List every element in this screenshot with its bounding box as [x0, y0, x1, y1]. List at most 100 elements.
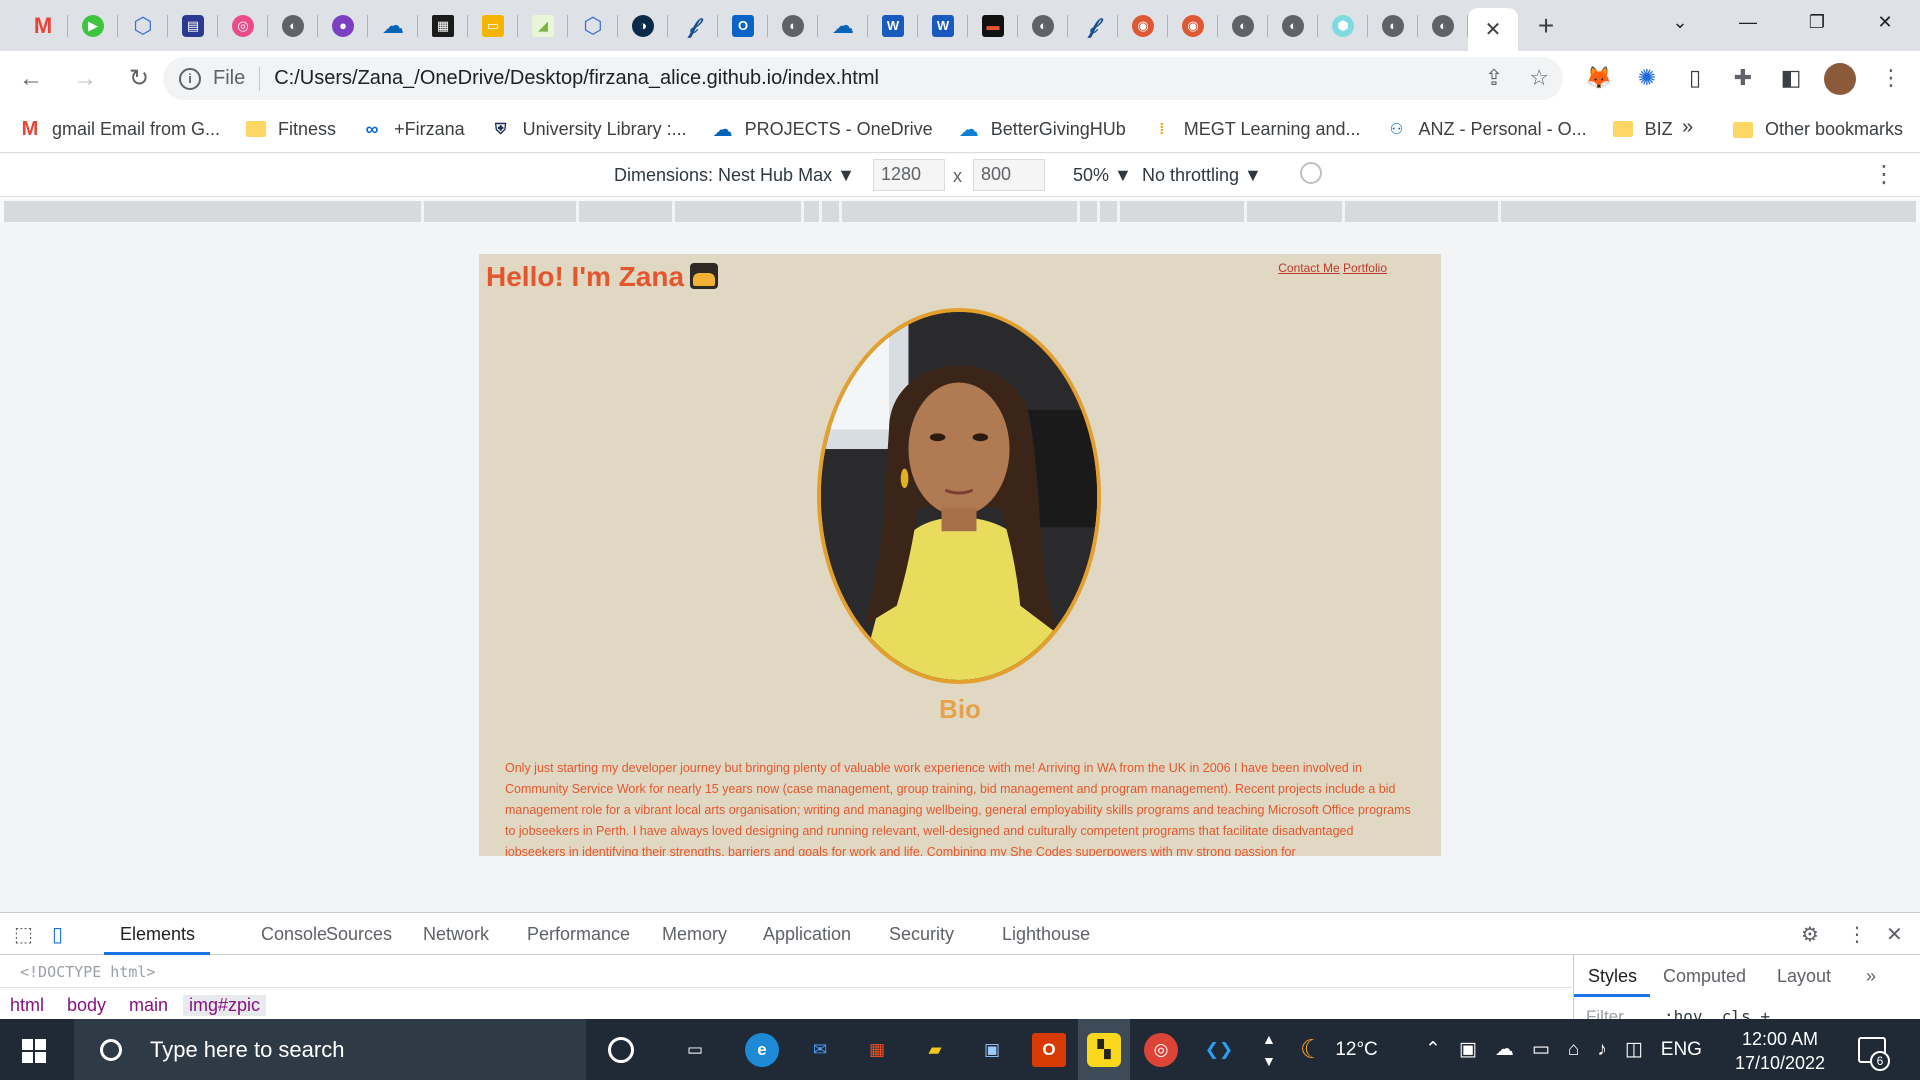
tab-application[interactable]: Application [763, 924, 851, 945]
tab-play[interactable]: ▶ [68, 0, 118, 51]
sidebar-overflow-button[interactable]: » [1866, 966, 1876, 987]
tab-onedrive-1[interactable]: ☁ [368, 0, 418, 51]
url-text[interactable]: C:/Users/Zana_/OneDrive/Desktop/firzana_… [274, 67, 879, 90]
tab-globe-6[interactable]: ◐ [1368, 0, 1418, 51]
reload-button[interactable]: ↻ [116, 56, 162, 102]
tab-security[interactable]: Security [889, 924, 954, 945]
bookmark-biz[interactable]: BIZ [1612, 119, 1673, 140]
media-query-marker[interactable] [1244, 201, 1247, 222]
tab-half-circle[interactable]: ◑ [618, 0, 668, 51]
tab-globe-1[interactable]: ◐ [268, 0, 318, 51]
battery-icon[interactable]: ▭ [1532, 1038, 1550, 1061]
tab-computed[interactable]: Computed [1663, 966, 1746, 987]
share-icon[interactable]: ⇪ [1485, 65, 1503, 91]
media-query-marker[interactable] [839, 201, 842, 222]
device-dimensions-select[interactable]: Dimensions: Nest Hub Max ▼ [614, 165, 855, 186]
media-query-marker[interactable] [1077, 201, 1080, 222]
tab-gmail[interactable]: M [18, 0, 68, 51]
mail-icon[interactable]: ✉ [803, 1033, 837, 1067]
tab-dribbble[interactable]: ◎ [218, 0, 268, 51]
device-toolbar-menu-icon[interactable]: ⋮ [1872, 160, 1896, 189]
media-query-marker[interactable] [801, 201, 804, 222]
breadcrumb-html[interactable]: html [10, 995, 44, 1016]
onedrive-warning-icon[interactable]: ☁ [1495, 1038, 1514, 1061]
puzzle-icon[interactable]: ✚ [1728, 63, 1758, 93]
bookmark-megt[interactable]: ⁞ MEGT Learning and... [1152, 119, 1360, 140]
meet-icon[interactable]: ◫ [1625, 1038, 1643, 1061]
tab-globe-4[interactable]: ◐ [1218, 0, 1268, 51]
throttling-select[interactable]: No throttling ▼ [1142, 165, 1262, 186]
rotate-icon[interactable] [1300, 162, 1322, 184]
cortana-icon[interactable] [608, 1037, 634, 1063]
tab-console[interactable]: Console [261, 924, 327, 945]
chrome-icon[interactable]: ◎ [1144, 1033, 1178, 1067]
forward-button[interactable]: → [62, 56, 108, 102]
restore-button[interactable]: ❐ [1782, 0, 1852, 44]
tab-hex-1[interactable]: ⬡ [118, 0, 168, 51]
avatar[interactable] [1824, 63, 1856, 95]
media-query-bar[interactable] [4, 201, 1916, 222]
dom-doctype-node[interactable]: <!DOCTYPE html> [20, 963, 155, 981]
device-toggle-icon[interactable]: ▯ [52, 922, 63, 947]
language-indicator[interactable]: ENG [1661, 1039, 1702, 1061]
tab-hex-2[interactable]: ⬡ [568, 0, 618, 51]
devtools-menu-icon[interactable]: ⋮ [1847, 922, 1867, 947]
tab-grid[interactable]: ▦ [418, 0, 468, 51]
tab-word-2[interactable]: W [918, 0, 968, 51]
taskbar-search-input[interactable]: Type here to search [150, 1037, 344, 1063]
close-devtools-icon[interactable]: ✕ [1886, 922, 1903, 947]
bookmark-fitness[interactable]: Fitness [246, 119, 336, 140]
media-query-marker[interactable] [421, 201, 424, 222]
tab-network[interactable]: Network [423, 924, 489, 945]
star-icon[interactable]: ☆ [1529, 65, 1549, 91]
close-icon[interactable]: ✕ [1485, 17, 1502, 42]
media-query-marker[interactable] [1342, 201, 1345, 222]
media-query-marker[interactable] [1097, 201, 1100, 222]
media-query-marker[interactable] [672, 201, 675, 222]
tab-globe-3[interactable]: ◐ [1018, 0, 1068, 51]
tab-styles[interactable]: Styles [1588, 966, 1637, 987]
tab-performance[interactable]: Performance [527, 924, 630, 945]
bookmark-firzana[interactable]: ∞ +Firzana [362, 119, 465, 140]
tab-globe-7[interactable]: ◐ [1418, 0, 1468, 51]
store-icon[interactable]: ▦ [860, 1033, 894, 1067]
kebab-menu-icon[interactable]: ⋮ [1876, 63, 1906, 93]
globe-extension-icon[interactable]: ✺ [1632, 63, 1662, 93]
minimize-button[interactable]: — [1713, 0, 1783, 44]
tab-onedrive-2[interactable]: ☁ [818, 0, 868, 51]
tab-elements[interactable]: Elements [120, 924, 195, 945]
tab-dashboard[interactable]: ▤ [168, 0, 218, 51]
tab-slides[interactable]: ▭ [468, 0, 518, 51]
bookmark-projects-onedrive[interactable]: ☁ PROJECTS - OneDrive [713, 119, 933, 141]
tab-script-2[interactable]: 𝒻 [1068, 0, 1118, 51]
device-width-input[interactable]: 1280 [873, 159, 945, 191]
file-explorer-icon[interactable]: ▰ [918, 1033, 952, 1067]
bookmark-anz[interactable]: ⚇ ANZ - Personal - O... [1387, 119, 1587, 140]
tab-sources[interactable]: Sources [326, 924, 392, 945]
inspect-element-icon[interactable]: ⬚ [14, 922, 33, 947]
tab-sheet[interactable]: ◢ [518, 0, 568, 51]
tab-duckduckgo-1[interactable]: ◉ [1118, 0, 1168, 51]
bookmarks-overflow-button[interactable]: » [1682, 116, 1693, 139]
close-window-button[interactable]: ✕ [1850, 0, 1920, 44]
tab-layout[interactable]: Layout [1777, 966, 1831, 987]
info-icon[interactable]: i [179, 67, 201, 90]
settings-gear-icon[interactable]: ⚙ [1801, 922, 1819, 947]
back-button[interactable]: ← [8, 56, 54, 102]
tab-duckduckgo-2[interactable]: ◉ [1168, 0, 1218, 51]
taskbar-scroll-arrows[interactable]: ▲ ▼ [1262, 1019, 1276, 1080]
portfolio-link[interactable]: Portfolio [1343, 261, 1387, 275]
weather-widget[interactable]: ☾ 12°C [1300, 1019, 1378, 1080]
media-query-marker[interactable] [1498, 201, 1501, 222]
contact-me-link[interactable]: Contact Me [1278, 261, 1339, 275]
start-button[interactable] [22, 1039, 46, 1063]
active-tab[interactable]: ✕ [1468, 8, 1518, 51]
sticky-notes-icon[interactable]: ▚ [1087, 1033, 1121, 1067]
network-app-icon[interactable]: ▣ [975, 1033, 1009, 1067]
breadcrumb-main[interactable]: main [129, 995, 168, 1016]
tab-script-1[interactable]: 𝒻 [668, 0, 718, 51]
tab-search-button[interactable]: ⌄ [1645, 0, 1715, 44]
media-query-marker[interactable] [1117, 201, 1120, 222]
edge-icon[interactable]: e [745, 1033, 779, 1067]
metamask-icon[interactable]: 🦊 [1584, 63, 1614, 93]
